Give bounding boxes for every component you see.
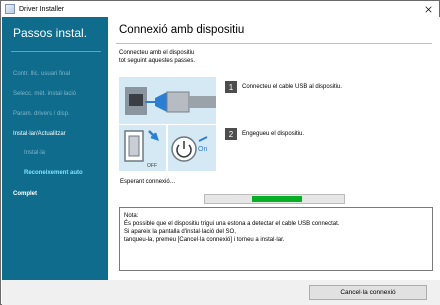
note-box: Nota: És possible que el dispositiu trig…: [119, 207, 433, 271]
connection-progress-bar: [204, 194, 345, 204]
cancel-connection-button[interactable]: Cancel·la connexió: [309, 285, 427, 300]
app-icon: [5, 4, 15, 14]
step-text: Connecteu el cable USB al dispositiu.: [242, 84, 343, 90]
status-text: Esperant connexió…: [120, 179, 176, 185]
sidebar-item-driver-settings: Param. drivers / disp.: [13, 111, 70, 117]
off-label: OFF: [147, 163, 157, 169]
window-title: Driver Installer: [19, 5, 65, 13]
sidebar-divider: [11, 51, 101, 52]
footer-bar: Cancel·la connexió: [2, 280, 440, 305]
on-label: On: [198, 146, 207, 153]
title-divider: [116, 43, 432, 44]
note-line: Nota:: [124, 213, 139, 219]
page-title: Connexió amb dispositiu: [119, 24, 245, 36]
close-icon: [424, 5, 432, 13]
sidebar-heading: Passos instal.: [13, 26, 88, 40]
sidebar-item-auto-recognition: Reconeixement auto: [24, 170, 83, 176]
intro-line-1: Connecteu amb el dispositiu: [119, 50, 195, 56]
sidebar-item-complete: Complet: [13, 191, 37, 197]
note-line: tanqueu-la, premeu [Cancel·la connexió] …: [124, 237, 285, 243]
power-switch-illustration: OFF: [119, 125, 166, 171]
sidebar-item-eula: Contr. llic. usuari final: [13, 71, 71, 77]
steps-sidebar: Passos instal. Contr. llic. usuari final…: [2, 17, 108, 280]
sidebar-item-install: Instal·la: [24, 150, 46, 156]
step-text: Engegueu el dispositiu.: [242, 131, 305, 137]
sidebar-item-install-update: Instal·lar/Actualitzar: [13, 131, 66, 137]
step-number-badge: 1: [225, 81, 237, 93]
sidebar-item-install-method: Selecc. mèt. instal·lació: [13, 91, 77, 97]
note-line: Si apareix la pantalla d'instal·lació de…: [124, 229, 236, 235]
step-1: 1 Connecteu el cable USB al dispositiu.: [225, 81, 342, 93]
installer-window: Driver Installer Passos instal. Contr. l…: [0, 0, 440, 305]
usb-cable-illustration: [119, 77, 216, 124]
intro-text: Connecteu amb el dispositiu tot seguint …: [119, 49, 269, 65]
step-2: 2 Engegueu el dispositiu.: [225, 128, 304, 140]
close-button[interactable]: [417, 1, 439, 17]
power-button-illustration: On: [168, 125, 216, 171]
title-bar[interactable]: Driver Installer: [1, 1, 439, 17]
step-number-badge: 2: [225, 128, 237, 140]
intro-line-2: tot seguint aquestes passes.: [119, 58, 196, 64]
note-line: És possible que el dispositiu trigui una…: [124, 221, 340, 227]
main-panel: Connexió amb dispositiu Connecteu amb el…: [108, 17, 440, 280]
progress-fill: [252, 196, 302, 202]
